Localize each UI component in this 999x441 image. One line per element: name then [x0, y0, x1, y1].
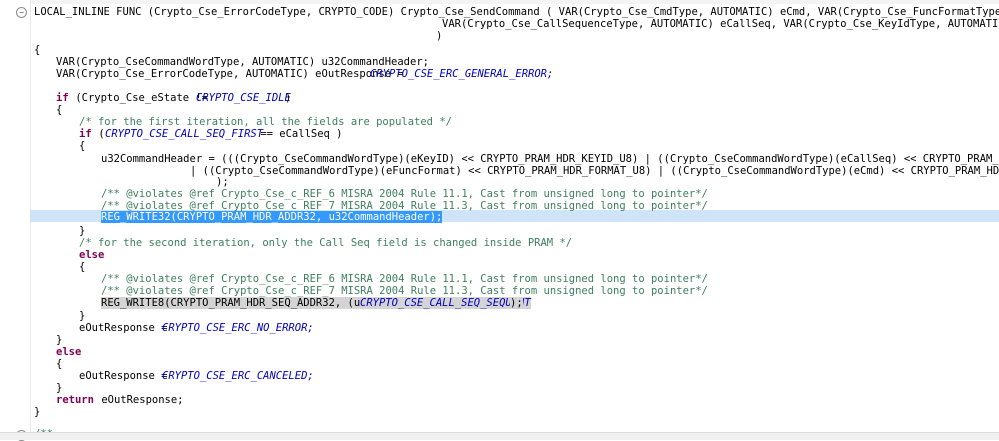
- code-line: }: [0, 310, 999, 322]
- code-line: );: [0, 176, 999, 188]
- assignment: eOutResponse =: [79, 322, 174, 334]
- code-line: }: [0, 382, 999, 394]
- statement-end: );: [216, 176, 229, 188]
- condition: (Crypto_Cse_eState !=: [69, 92, 215, 104]
- code-line: /* for the first iteration, all the fiel…: [0, 116, 999, 128]
- macro-constant: CRYPTO_CSE_ERC_NO_ERROR;: [162, 322, 314, 334]
- close-brace: }: [79, 310, 86, 322]
- code-line: LOCAL_INLINE FUNC (Crypto_Cse_ErrorCodeT…: [0, 6, 999, 18]
- code-line: }: [0, 225, 999, 237]
- closing-paren: ): [436, 30, 443, 42]
- code-line: return eOutResponse;: [0, 394, 999, 406]
- keyword-return: return: [56, 394, 94, 406]
- code-line: {: [0, 44, 999, 56]
- editor-top-strip: [0, 0, 999, 4]
- open-brace: {: [56, 358, 63, 370]
- var-declaration: VAR(Crypto_Cse_ErrorCodeType, AUTOMATIC)…: [56, 68, 411, 80]
- occurrence-highlight: REG_WRITE8(CRYPTO_PRAM_HDR_SEQ_ADDR32, (…: [101, 297, 392, 309]
- code-line: eOutResponse = CRYPTO_CSE_ERC_CANCELED;: [0, 370, 999, 382]
- keyword-if: if: [79, 128, 92, 140]
- code-line: if ( CRYPTO_CSE_CALL_SEQ_FIRST == eCallS…: [0, 128, 999, 140]
- code-line: {: [0, 104, 999, 116]
- selected-statement[interactable]: REG_WRITE32(CRYPTO_PRAM_HDR_ADDR32, u32C…: [101, 211, 443, 223]
- function-signature-continuation: VAR(Crypto_Cse_CallSequenceType, AUTOMAT…: [442, 18, 999, 30]
- macro-constant: CRYPTO_CSE_CALL_SEQ_FIRST: [105, 128, 264, 140]
- code-line: /** @violates @ref Crypto_Cse_c_REF_7 MI…: [0, 285, 999, 297]
- keyword-if: if: [56, 92, 69, 104]
- code-line: /** @violates @ref Crypto_Cse_c_REF_6 MI…: [0, 273, 999, 285]
- open-brace: {: [79, 261, 86, 273]
- keyword-else: else: [56, 346, 82, 358]
- code-line: {: [0, 358, 999, 370]
- code-line: /** @violates @ref Crypto_Cse_c_REF_6 MI…: [0, 188, 999, 200]
- condition-close: ): [285, 92, 292, 104]
- close-brace: }: [34, 406, 41, 418]
- code-line: else: [0, 346, 999, 358]
- return-value: eOutResponse;: [95, 394, 184, 406]
- comment: /* for the second iteration, only the Ca…: [79, 237, 573, 249]
- code-line: eOutResponse = CRYPTO_CSE_ERC_NO_ERROR;: [0, 322, 999, 334]
- macro-constant: CRYPTO_CSE_CALL_SEQ_SEQUENT: [360, 297, 531, 309]
- code-line: VAR(Crypto_Cse_ErrorCodeType, AUTOMATIC)…: [0, 68, 999, 80]
- comment: /* for the first iteration, all the fiel…: [79, 116, 452, 128]
- code-line: u32CommandHeader = (((Crypto_CseCommandW…: [0, 153, 999, 165]
- close-brace: }: [56, 382, 63, 394]
- code-line: {: [0, 140, 999, 152]
- doc-comment: /** @violates @ref Crypto_Cse_c_REF_7 MI…: [101, 285, 708, 297]
- code-line: {: [0, 261, 999, 273]
- code-line: else: [0, 249, 999, 261]
- code-line: if (Crypto_Cse_eState != CRYPTO_CSE_IDLE…: [0, 92, 999, 104]
- macro-constant: CRYPTO_CSE_IDLE: [196, 92, 291, 104]
- code-line: }: [0, 406, 999, 418]
- keyword-else: else: [79, 249, 105, 261]
- code-line-selected[interactable]: REG_WRITE32(CRYPTO_PRAM_HDR_ADDR32, u32C…: [0, 211, 999, 223]
- open-brace: {: [79, 140, 86, 152]
- assignment: eOutResponse =: [79, 370, 174, 382]
- code-line: VAR(Crypto_Cse_CallSequenceType, AUTOMAT…: [0, 18, 999, 30]
- var-declaration: VAR(Crypto_CseCommandWordType, AUTOMATIC…: [56, 56, 429, 68]
- code-line: /* for the second iteration, only the Ca…: [0, 237, 999, 249]
- code-line: ): [0, 30, 999, 42]
- condition: == eCallSeq ): [254, 128, 343, 140]
- macro-constant: CRYPTO_CSE_ERC_CANCELED;: [162, 370, 314, 382]
- assignment: u32CommandHeader = (((Crypto_CseCommandW…: [101, 153, 999, 165]
- statement-end: );: [510, 297, 523, 309]
- close-brace: }: [56, 334, 63, 346]
- close-brace: }: [79, 225, 86, 237]
- open-brace: {: [56, 104, 63, 116]
- code-line: REG_WRITE8(CRYPTO_PRAM_HDR_SEQ_ADDR32, (…: [0, 297, 999, 309]
- code-line: VAR(Crypto_CseCommandWordType, AUTOMATIC…: [0, 56, 999, 68]
- doc-comment: /** @violates @ref Crypto_Cse_c_REF_6 MI…: [101, 188, 708, 200]
- doc-comment: /** @violates @ref Crypto_Cse_c_REF_6 MI…: [101, 273, 708, 285]
- code-line: }: [0, 334, 999, 346]
- function-signature: LOCAL_INLINE FUNC (Crypto_Cse_ErrorCodeT…: [34, 6, 999, 18]
- open-brace: {: [34, 44, 41, 56]
- macro-constant: CRYPTO_CSE_ERC_GENERAL_ERROR;: [370, 68, 554, 80]
